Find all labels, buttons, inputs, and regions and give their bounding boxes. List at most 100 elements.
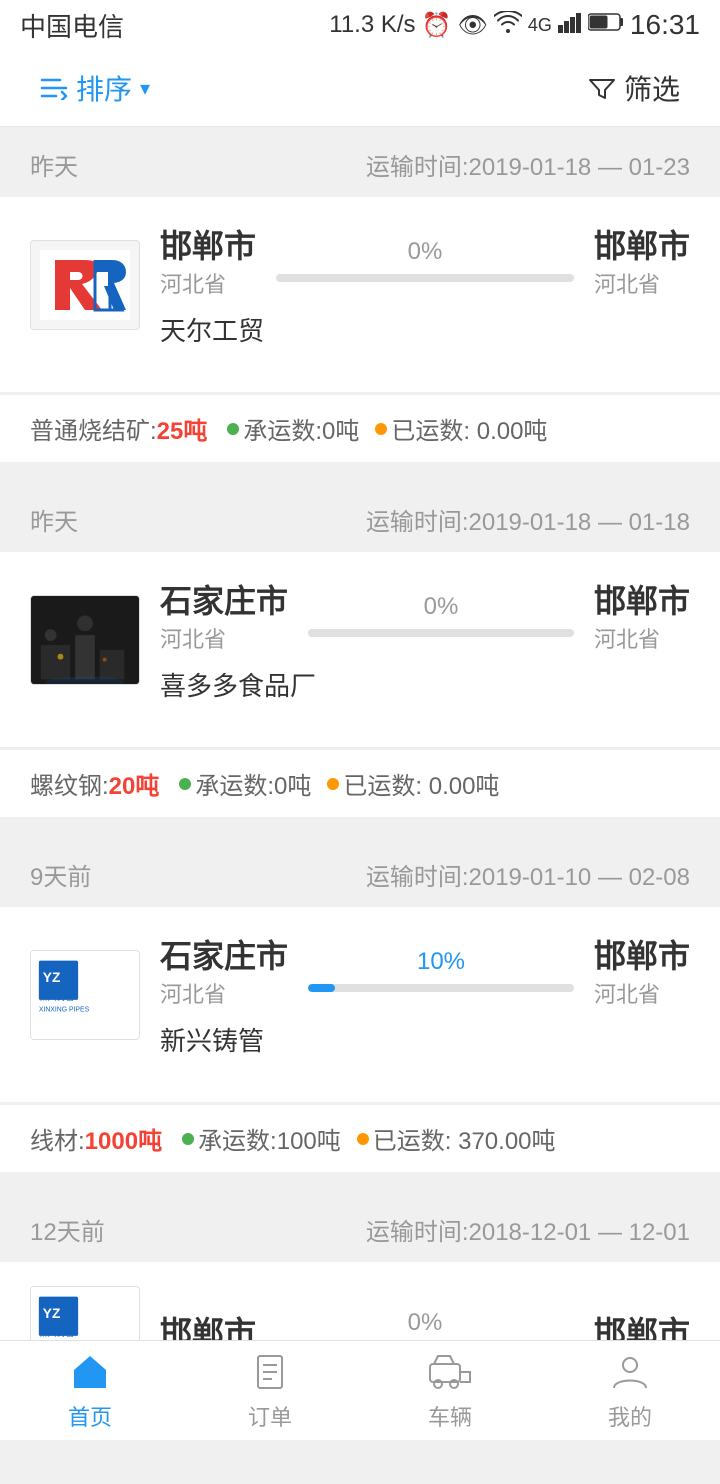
- eye-icon: 👁: [457, 11, 487, 40]
- card-2-cargo-qty: 20吨: [109, 773, 160, 800]
- card-2-logo: [30, 595, 140, 685]
- section-2-time-range: 运输时间:2019-01-18 — 01-18: [366, 502, 690, 537]
- green-dot-icon: [227, 423, 239, 435]
- svg-text:新兴铸管: 新兴铸管: [39, 990, 74, 1001]
- card-2-route: 石家庄市 河北省 0% 邯郸市 河北省: [160, 576, 690, 703]
- nav-home[interactable]: 首页: [0, 1350, 180, 1432]
- card-3-progress-bar: [308, 984, 574, 992]
- card-2-bottom: 螺纹钢:20吨 承运数:0吨 已运数: 0.00吨: [0, 749, 720, 817]
- card-3-cities: 石家庄市 河北省 10% 邯郸市 河北省: [160, 931, 690, 1009]
- svg-text:XINXING PIPES: XINXING PIPES: [39, 1006, 90, 1013]
- food-factory-image: [31, 595, 139, 685]
- green-dot-icon-2: [179, 778, 191, 790]
- card-3-bottom: 线材:1000吨 承运数:100吨 已运数: 370.00吨: [0, 1104, 720, 1172]
- card-2-progress-label: 0%: [424, 593, 459, 621]
- card-2-progress-bar: [308, 629, 574, 637]
- nav-mine[interactable]: 我的: [540, 1350, 720, 1432]
- status-bar: 中国电信 11.3 K/s ⏰ 👁 4G: [0, 0, 720, 50]
- card-1-cargo-qty: 25吨: [157, 418, 208, 445]
- section-1-header: 昨天 运输时间:2019-01-18 — 01-23: [0, 127, 720, 197]
- section-3-header: 9天前 运输时间:2019-01-10 — 02-08: [0, 837, 720, 907]
- section-2-header: 昨天 运输时间:2019-01-18 — 01-18: [0, 482, 720, 552]
- carrier-label: 中国电信: [20, 7, 124, 44]
- card-1-logo: [30, 240, 140, 330]
- card-1-cargo: 普通烧结矿:25吨: [30, 411, 207, 446]
- card-1-from: 邯郸市 河北省: [160, 221, 256, 299]
- card-3-progress-fill: [308, 984, 335, 992]
- toolbar: 排序 ▾ 筛选: [0, 50, 720, 127]
- mine-icon: [608, 1350, 652, 1394]
- card-3-progress: 10%: [288, 948, 594, 992]
- card-2[interactable]: 石家庄市 河北省 0% 邯郸市 河北省: [0, 552, 720, 747]
- alarm-icon: ⏰: [422, 11, 452, 40]
- card-1-from-city: 邯郸市: [160, 221, 256, 267]
- card-3-to-city: 邯郸市: [594, 931, 690, 977]
- orange-dot-icon-3: [357, 1133, 369, 1145]
- card-3-from-city: 石家庄市: [160, 931, 288, 977]
- nav-vehicles-label: 车辆: [428, 1400, 472, 1432]
- card-2-cities: 石家庄市 河北省 0% 邯郸市 河北省: [160, 576, 690, 654]
- card-3-to-province: 河北省: [594, 977, 660, 1009]
- sort-label: 排序: [76, 68, 132, 108]
- content-area: 昨天 运输时间:2019-01-18 — 01-23: [0, 127, 720, 1484]
- bottom-nav: 首页 订单 车辆: [0, 1340, 720, 1440]
- card-3-cargo: 线材:1000吨: [30, 1121, 162, 1156]
- card-2-company: 喜多多食品厂: [160, 666, 690, 703]
- card-2-from-city: 石家庄市: [160, 576, 288, 622]
- card-3-from: 石家庄市 河北省: [160, 931, 288, 1009]
- card-1-progress-bar: [276, 274, 574, 282]
- card-1-to: 邯郸市 河北省: [594, 221, 690, 299]
- card-2-transported-count: 已运数: 0.00吨: [327, 766, 499, 801]
- home-icon: [68, 1350, 112, 1394]
- card-3-carrier-count: 承运数:100吨: [182, 1121, 341, 1156]
- card-3[interactable]: YZ 新兴铸管 XINXING PIPES 石家庄市 河北省 10%: [0, 907, 720, 1102]
- card-1-to-province: 河北省: [594, 267, 660, 299]
- section-1-date: 昨天: [30, 147, 78, 182]
- orange-dot-icon: [375, 423, 387, 435]
- section-4-date: 12天前: [30, 1212, 105, 1247]
- card-3-to: 邯郸市 河北省: [594, 931, 690, 1009]
- card-3-top: YZ 新兴铸管 XINXING PIPES 石家庄市 河北省 10%: [30, 931, 690, 1058]
- xinxing-logo-icon: YZ 新兴铸管 XINXING PIPES: [31, 950, 139, 1040]
- filter-button[interactable]: 筛选: [588, 68, 680, 108]
- card-1-from-province: 河北省: [160, 267, 226, 299]
- card-4-progress-label: 0%: [408, 1309, 443, 1337]
- nav-home-label: 首页: [68, 1400, 112, 1432]
- nav-vehicles[interactable]: 车辆: [360, 1350, 540, 1432]
- time-label: 16:31: [630, 9, 700, 41]
- card-3-route: 石家庄市 河北省 10% 邯郸市 河北省: [160, 931, 690, 1058]
- section-3: 9天前 运输时间:2019-01-10 — 02-08 YZ 新兴铸管 XINX…: [0, 837, 720, 1172]
- card-2-progress: 0%: [288, 593, 594, 637]
- card-1-top: 邯郸市 河北省 0% 邯郸市 河北省: [30, 221, 690, 348]
- tianer-logo-icon: [40, 250, 130, 320]
- nav-mine-label: 我的: [608, 1400, 652, 1432]
- wifi-icon: [494, 11, 522, 39]
- sort-chevron-icon: ▾: [140, 76, 150, 101]
- status-right: 11.3 K/s ⏰ 👁 4G: [329, 9, 700, 41]
- card-3-progress-label: 10%: [417, 948, 465, 976]
- vehicles-icon: [428, 1350, 472, 1394]
- network-label: 4G: [528, 15, 552, 36]
- nav-orders[interactable]: 订单: [180, 1350, 360, 1432]
- svg-text:YZ: YZ: [43, 970, 61, 985]
- card-1-cities: 邯郸市 河北省 0% 邯郸市 河北省: [160, 221, 690, 299]
- section-3-time-range: 运输时间:2019-01-10 — 02-08: [366, 857, 690, 892]
- signal-icon: [558, 11, 582, 40]
- section-4-header: 12天前 运输时间:2018-12-01 — 12-01: [0, 1192, 720, 1262]
- card-3-logo: YZ 新兴铸管 XINXING PIPES: [30, 950, 140, 1040]
- section-2: 昨天 运输时间:2019-01-18 — 01-18: [0, 482, 720, 817]
- speed-label: 11.3 K/s: [329, 11, 415, 39]
- card-2-carrier-count: 承运数:0吨: [179, 766, 311, 801]
- card-1-progress-label: 0%: [408, 238, 443, 266]
- card-3-company: 新兴铸管: [160, 1021, 690, 1058]
- card-3-cargo-qty: 1000吨: [85, 1128, 162, 1155]
- section-2-date: 昨天: [30, 502, 78, 537]
- section-4-time-range: 运输时间:2018-12-01 — 12-01: [366, 1212, 690, 1247]
- card-1-transported-count: 已运数: 0.00吨: [375, 411, 547, 446]
- sort-button[interactable]: 排序 ▾: [40, 68, 150, 108]
- card-1[interactable]: 邯郸市 河北省 0% 邯郸市 河北省: [0, 197, 720, 392]
- card-2-from: 石家庄市 河北省: [160, 576, 288, 654]
- card-2-to: 邯郸市 河北省: [594, 576, 690, 654]
- orders-icon: [248, 1350, 292, 1394]
- nav-orders-label: 订单: [248, 1400, 292, 1432]
